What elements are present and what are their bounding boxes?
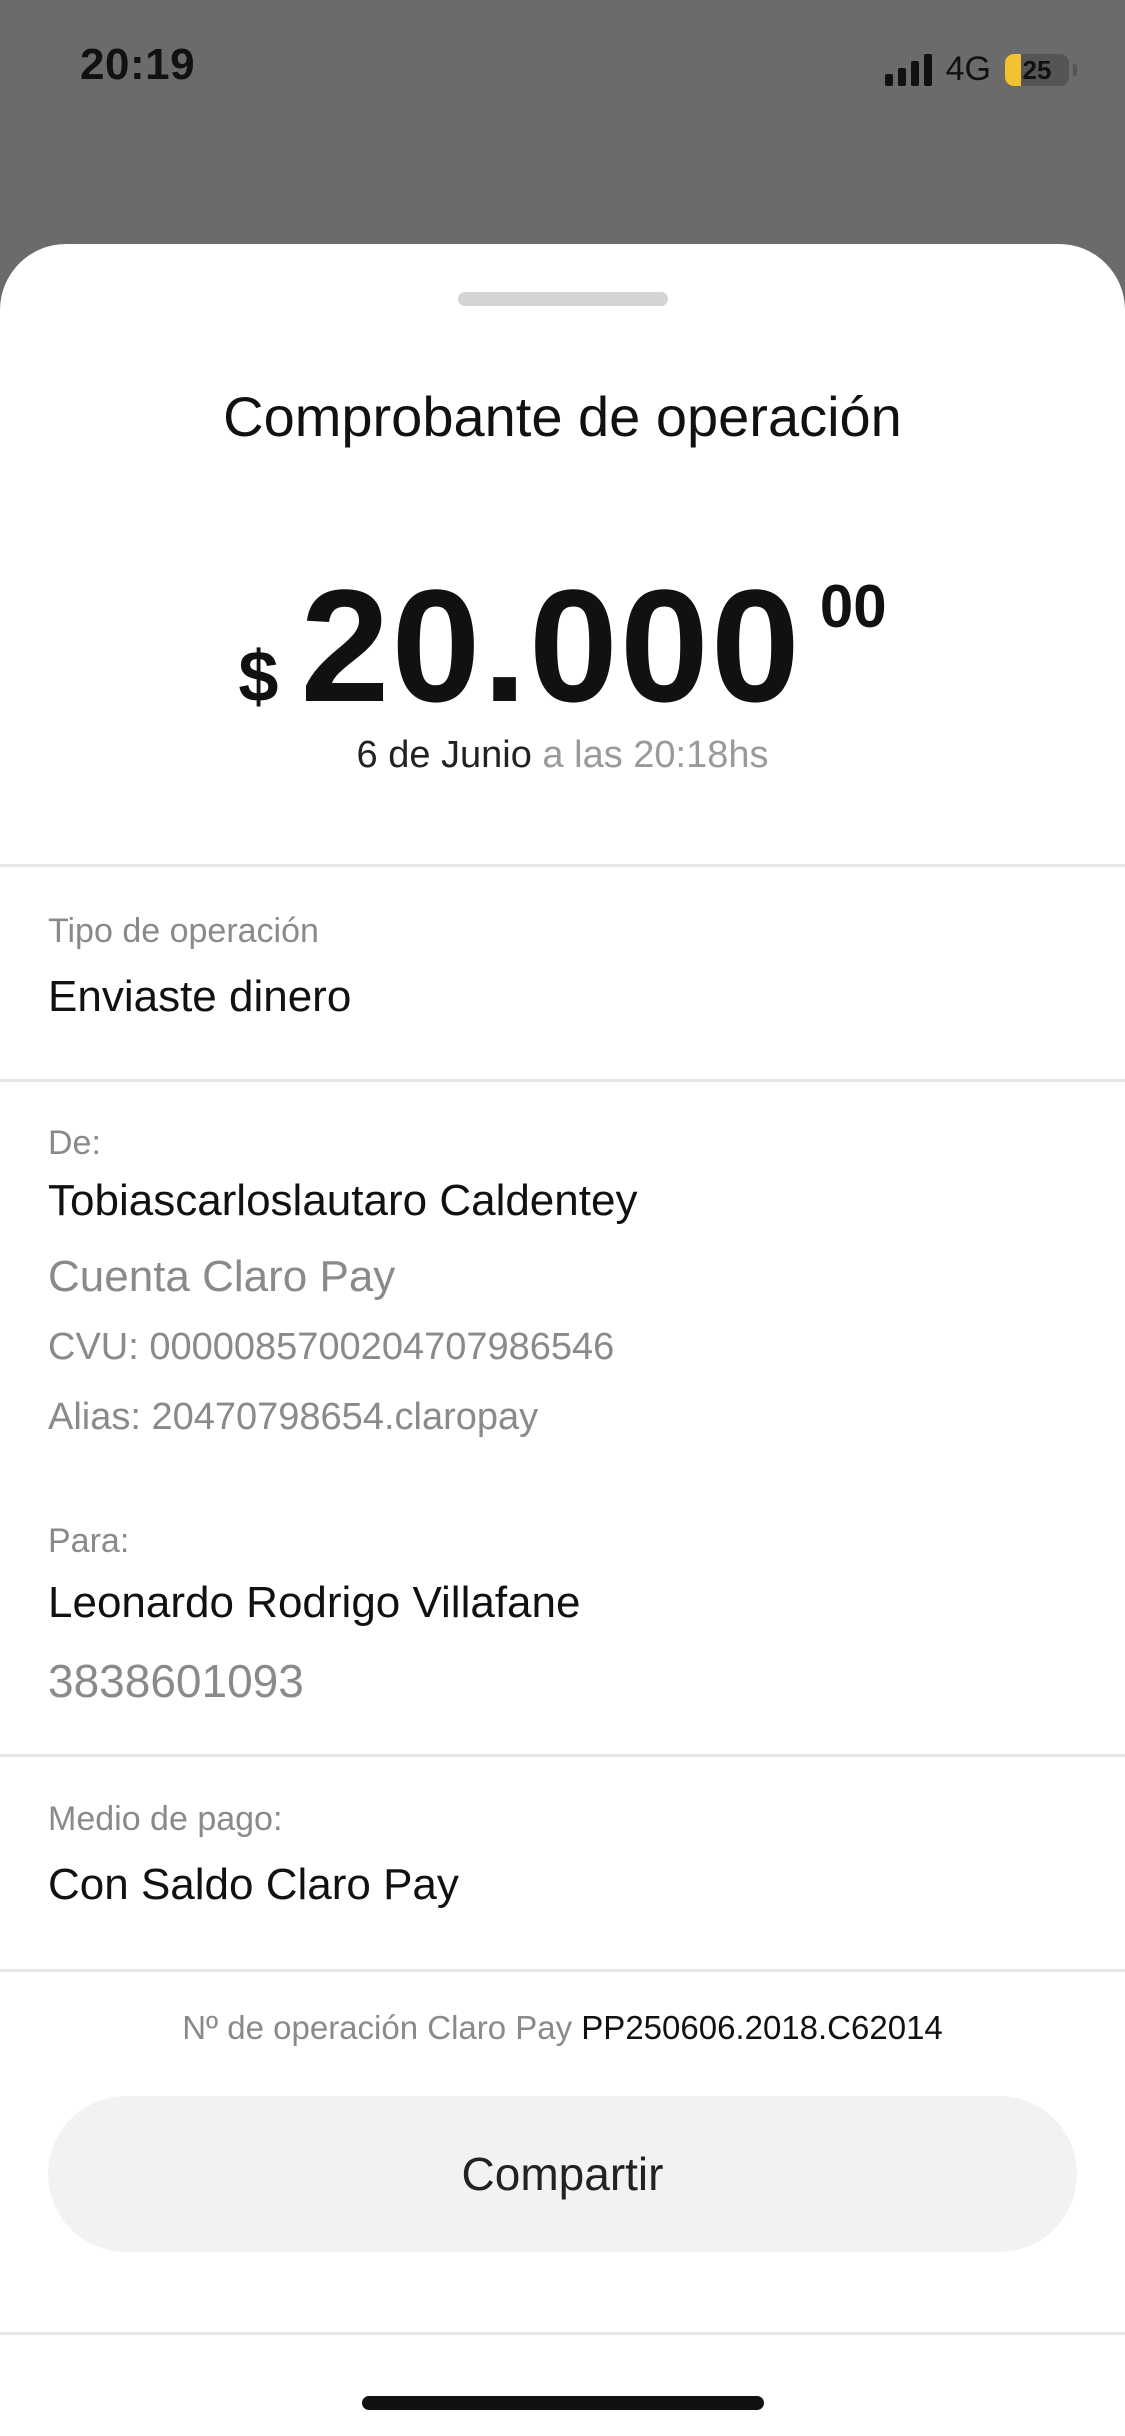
sheet-grabber-handle[interactable] [458, 292, 668, 306]
operation-number: Nº de operación Claro Pay PP250606.2018.… [0, 2009, 1125, 2047]
divider [0, 2332, 1125, 2335]
divider [0, 864, 1125, 867]
from-label: De: [48, 1124, 101, 1162]
status-time: 20:19 [80, 40, 196, 89]
operation-number-label: Nº de operación Claro Pay [182, 2009, 582, 2046]
receipt-sheet: Comprobante de operación $ 20.000 00 6 d… [0, 244, 1125, 2436]
network-type: 4G [945, 50, 991, 88]
from-account: Cuenta Claro Pay [48, 1252, 396, 1301]
amount-integer: 20.000 [300, 556, 802, 735]
divider [0, 1754, 1125, 1757]
home-indicator[interactable] [362, 2396, 764, 2410]
to-phone: 3838601093 [48, 1655, 304, 1707]
battery-icon: 25 [1005, 53, 1069, 86]
to-name: Leonardo Rodrigo Villafane [48, 1578, 581, 1627]
amount-currency: $ [238, 637, 279, 717]
battery-cap [1073, 63, 1077, 76]
share-button[interactable]: Compartir [48, 2096, 1077, 2252]
amount-display: $ 20.000 00 [0, 566, 1125, 726]
operation-type-label: Tipo de operación [48, 912, 319, 950]
from-alias: Alias: 20470798654.claropay [48, 1396, 539, 1438]
divider [0, 1969, 1125, 1972]
payment-method-value: Con Saldo Claro Pay [48, 1860, 459, 1909]
status-indicators: 4G 25 [884, 50, 1077, 89]
from-name: Tobiascarloslautaro Caldentey [48, 1176, 638, 1225]
operation-type-value: Enviaste dinero [48, 972, 352, 1021]
battery-level: 25 [1022, 54, 1052, 85]
status-bar: 20:19 4G 25 [0, 0, 1125, 140]
operation-date: 6 de Junio a las 20:18hs [0, 734, 1125, 777]
amount-cents: 00 [819, 573, 887, 640]
cellular-signal-icon [884, 53, 932, 86]
receipt-title: Comprobante de operación [223, 385, 902, 448]
operation-number-value: PP250606.2018.C62014 [581, 2009, 943, 2046]
operation-date-time: a las 20:18hs [531, 734, 769, 776]
to-label: Para: [48, 1522, 130, 1560]
payment-method-label: Medio de pago: [48, 1800, 283, 1838]
from-cvu: CVU: 0000085700204707986546 [48, 1326, 615, 1368]
operation-date-day: 6 de Junio [356, 734, 532, 776]
divider [0, 1079, 1125, 1082]
